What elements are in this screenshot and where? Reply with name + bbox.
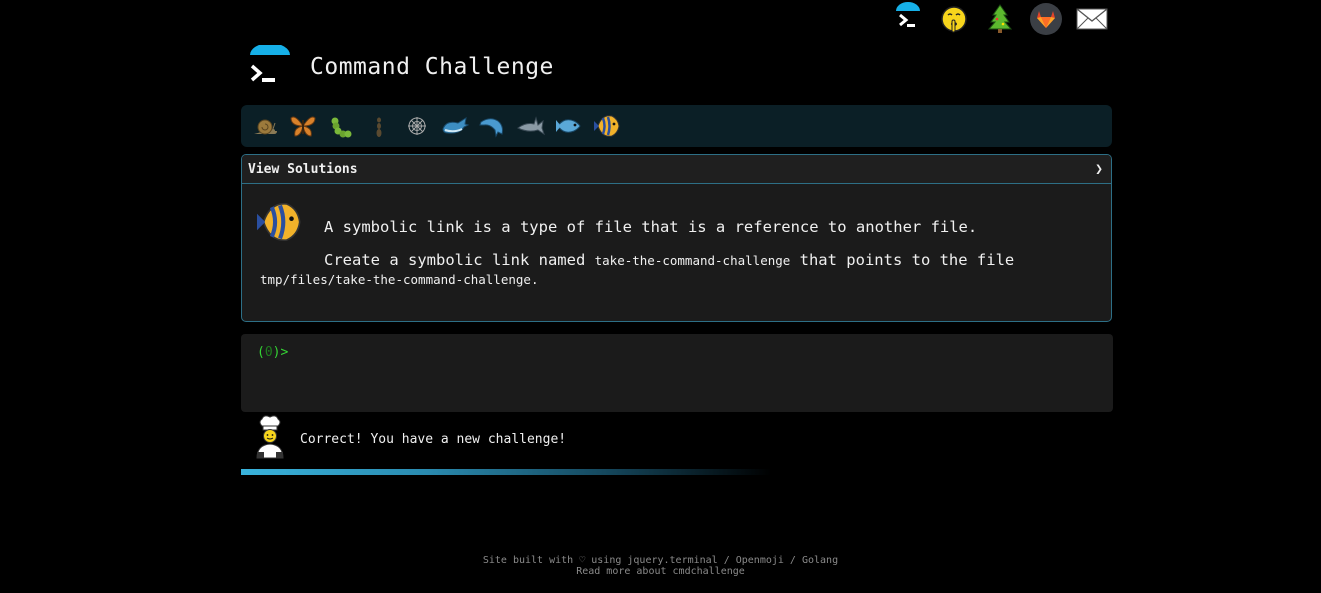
footer-text: Site built with [482, 555, 580, 566]
page-title: Command Challenge [310, 54, 554, 80]
envelope-icon[interactable] [1075, 2, 1109, 36]
chevron-right-icon: ❯ [1095, 161, 1103, 177]
spider-web-icon[interactable] [401, 110, 433, 142]
dolphin-icon[interactable] [477, 110, 509, 142]
top-nav [891, 2, 1109, 36]
read-more-link[interactable]: Read more about cmdchallenge [576, 566, 745, 577]
view-solutions-label: View Solutions [248, 161, 358, 177]
target-path: tmp/files/take-the-command-challenge [260, 272, 531, 287]
shark-icon[interactable] [515, 110, 547, 142]
terminal-input[interactable]: (0)> [241, 334, 1113, 412]
challenge-progress-bar [241, 105, 1112, 147]
cmdchallenge-logo-icon[interactable] [248, 43, 292, 89]
chef-avatar-icon [254, 414, 286, 464]
footer: Site built with ♡ using jquery.terminal … [0, 555, 1321, 577]
challenge-panel: View Solutions ❯ A symbolic link is a ty… [241, 154, 1112, 322]
target-filename: take-the-command-challenge [594, 253, 791, 268]
prompt-close: )> [272, 345, 289, 360]
terminal-prompt: (0)> [257, 345, 288, 360]
view-solutions-toggle[interactable]: View Solutions ❯ [242, 155, 1111, 184]
christmas-tree-icon[interactable] [983, 2, 1017, 36]
cmdchallenge-logo-icon[interactable] [891, 2, 925, 36]
tropical-fish-icon [254, 199, 306, 249]
task-period: . [530, 272, 539, 287]
footer-credits: Site built with ♡ using jquery.terminal … [0, 555, 1321, 566]
whale-icon[interactable] [439, 110, 471, 142]
status-row: Correct! You have a new challenge! [254, 414, 566, 464]
snail-icon[interactable] [249, 110, 281, 142]
prompt-open: ( [257, 345, 265, 360]
footer-links[interactable]: using jquery.terminal / Openmoji / Golan… [585, 555, 838, 566]
caterpillar-icon[interactable] [325, 110, 357, 142]
progress-bar [241, 469, 771, 475]
task-text: Create a symbolic link named [324, 251, 595, 269]
tropical-fish-icon[interactable] [591, 110, 623, 142]
gitlab-icon[interactable] [1029, 2, 1063, 36]
challenge-task-path: tmp/files/take-the-command-challenge. [260, 272, 538, 287]
status-message: Correct! You have a new challenge! [300, 431, 567, 447]
challenge-task: Create a symbolic link named take-the-co… [324, 251, 1014, 269]
prompt-exit-code: 0 [264, 345, 273, 360]
challenge-intro: A symbolic link is a type of file that i… [324, 218, 978, 236]
shushing-face-icon[interactable] [937, 2, 971, 36]
butterfly-icon[interactable] [287, 110, 319, 142]
ant-icon[interactable] [363, 110, 395, 142]
fish-icon[interactable] [553, 110, 585, 142]
task-text-suffix: that points to the file [790, 251, 1015, 269]
page-header: Command Challenge [248, 43, 554, 89]
